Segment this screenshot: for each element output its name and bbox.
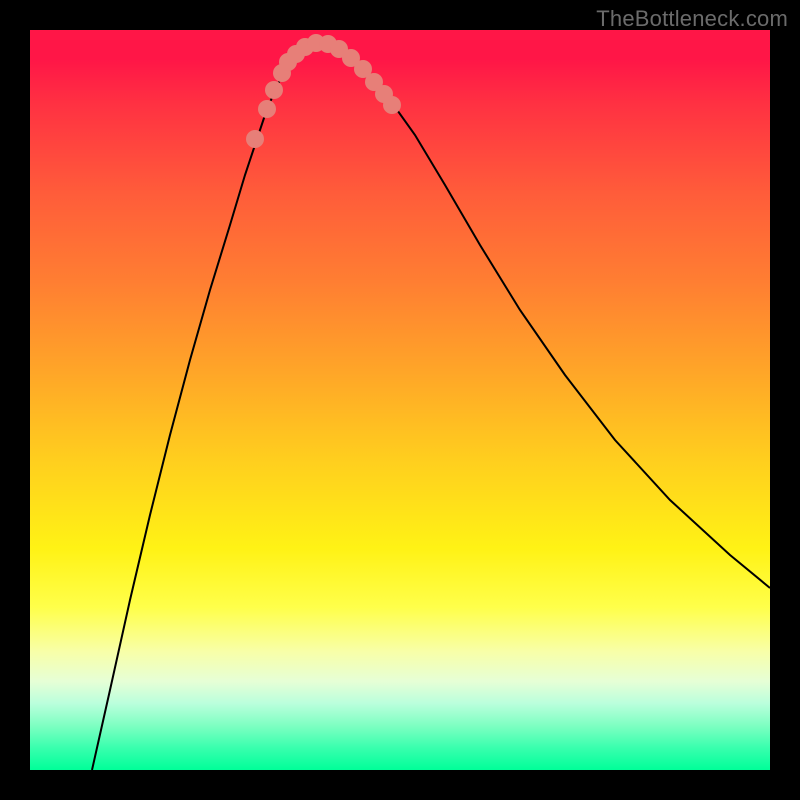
bottleneck-curve xyxy=(92,43,770,770)
curve-dot xyxy=(383,96,401,114)
chart-frame: TheBottleneck.com xyxy=(0,0,800,800)
dot-cluster xyxy=(246,34,401,148)
watermark-text: TheBottleneck.com xyxy=(596,6,788,32)
plot-area xyxy=(30,30,770,770)
curve-dot xyxy=(258,100,276,118)
curve-layer xyxy=(30,30,770,770)
curve-dot xyxy=(246,130,264,148)
curve-dot xyxy=(265,81,283,99)
